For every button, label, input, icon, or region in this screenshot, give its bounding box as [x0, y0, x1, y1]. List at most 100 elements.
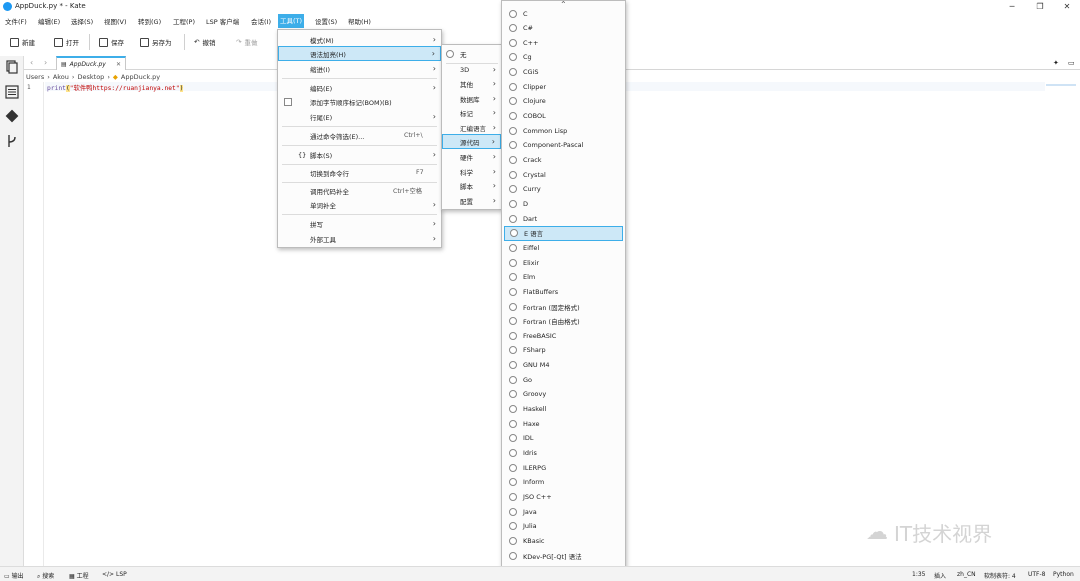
language-item[interactable]: D [504, 196, 625, 211]
menu-item-indentation[interactable]: 缩进(I) › [278, 61, 441, 76]
split-view-icon[interactable]: ▭ [1068, 59, 1075, 67]
language-item[interactable]: KDev-PG[-Qt] 语法 [504, 548, 625, 563]
language-item[interactable]: ILERPG [504, 460, 625, 475]
highlight-sources[interactable]: 源代码 › [442, 134, 501, 149]
branch-icon[interactable] [5, 134, 19, 148]
indent-setting[interactable]: 软制表符: 4 [984, 571, 1016, 580]
save-button[interactable]: 保存 [99, 36, 124, 48]
language-item[interactable]: C [504, 6, 625, 21]
highlight-other[interactable]: 其他 › [442, 76, 501, 91]
highlight-config[interactable]: 配置 › [442, 193, 501, 208]
language-item[interactable]: Clojure [504, 94, 625, 109]
encoding[interactable]: UTF-8 [1028, 571, 1046, 578]
language-item[interactable]: Groovy [504, 387, 625, 402]
menu-item-script[interactable]: {} 脚本(S) › [278, 147, 441, 162]
language-item[interactable]: Clipper [504, 79, 625, 94]
language-item[interactable]: Elixir [504, 255, 625, 270]
code-line[interactable]: print("软件鸭https://ruanjianya.net") [47, 83, 184, 92]
menu-edit[interactable]: 编辑(E) [38, 16, 60, 26]
menu-help[interactable]: 帮助(H) [348, 16, 371, 26]
close-icon[interactable]: ✕ [1061, 1, 1073, 12]
undo-button[interactable]: ↶ 撤销 [194, 36, 215, 48]
language-item[interactable]: Julia [504, 519, 625, 534]
menu-item-spelling[interactable]: 拼写 › [278, 216, 441, 231]
breadcrumb-file[interactable]: AppDuck.py [121, 73, 160, 81]
bom-checkbox[interactable] [284, 97, 292, 106]
new-button[interactable]: 新建 [10, 36, 35, 48]
menu-item-word-completion[interactable]: 单词补全 › [278, 197, 441, 212]
language-item[interactable]: Fortran (固定格式) [504, 299, 625, 314]
breadcrumb-users[interactable]: Users [26, 73, 44, 81]
menu-item-add-bom[interactable]: 添加字节顺序标记(BOM)(B) [278, 94, 441, 109]
breadcrumb-desktop[interactable]: Desktop [78, 73, 105, 81]
menu-select[interactable]: 选择(S) [71, 16, 93, 26]
language-item[interactable]: IDL [504, 431, 625, 446]
language-item[interactable]: Eiffel [504, 240, 625, 255]
language-item[interactable]: C++ [504, 35, 625, 50]
menu-item-eol[interactable]: 行尾(E) › [278, 109, 441, 124]
language-item[interactable]: FreeBASIC [504, 328, 625, 343]
highlight-science[interactable]: 科学 › [442, 164, 501, 179]
language-item[interactable]: Haxe [504, 416, 625, 431]
menu-item-encoding[interactable]: 编码(E) › [278, 80, 441, 95]
menu-lsp-client[interactable]: LSP 客户端 [206, 16, 239, 26]
highlight-3d[interactable]: 3D › [442, 62, 501, 77]
output-button[interactable]: ▭ 输出 [4, 571, 24, 580]
breadcrumb-akou[interactable]: Akou [53, 73, 69, 81]
redo-button[interactable]: ↷ 重做 [236, 36, 257, 48]
menu-view[interactable]: 视图(V) [104, 16, 127, 26]
highlight-markup[interactable]: 标记 › [442, 105, 501, 120]
lsp-button[interactable]: </> LSP [102, 571, 127, 578]
language-item[interactable]: Inform [504, 475, 625, 490]
language-item[interactable]: KBasic [504, 533, 625, 548]
language-item[interactable]: C# [504, 21, 625, 36]
language-item[interactable]: Component-Pascal [504, 138, 625, 153]
symbols-icon[interactable] [5, 85, 19, 99]
language-item[interactable]: FlatBuffers [504, 284, 625, 299]
menu-settings[interactable]: 设置(S) [315, 16, 337, 26]
highlight-none[interactable]: 无 [442, 46, 501, 61]
language-item[interactable]: GNU M4 [504, 358, 625, 373]
highlight-scripts[interactable]: 脚本 › [442, 178, 501, 193]
language-item[interactable]: E 语言 [504, 225, 623, 241]
menu-file[interactable]: 文件(F) [5, 16, 27, 26]
open-button[interactable]: 打开 [54, 36, 79, 48]
language-item[interactable]: Crack [504, 153, 625, 168]
highlight-hardware[interactable]: 硬件 › [442, 149, 501, 164]
maximize-icon[interactable]: ❐ [1034, 1, 1046, 12]
language-item[interactable]: Go [504, 372, 625, 387]
highlight-database[interactable]: 数据库 › [442, 91, 501, 106]
language-item[interactable]: Curry [504, 182, 625, 197]
minimize-icon[interactable]: ─ [1006, 1, 1018, 12]
locale[interactable]: zh_CN [957, 571, 976, 578]
language-item[interactable]: Fortran (自由格式) [504, 314, 625, 329]
tab-scroll-left-icon[interactable]: ‹ [30, 58, 33, 67]
language-item[interactable]: Crystal [504, 167, 625, 182]
tab-scroll-right-icon[interactable]: › [44, 58, 47, 67]
save-as-button[interactable]: 另存为 [140, 36, 172, 48]
language-item[interactable]: COBOL [504, 109, 625, 124]
documents-icon[interactable] [5, 60, 19, 74]
menu-item-completion[interactable]: 调用代码补全 Ctrl+空格 [278, 183, 441, 198]
git-icon[interactable] [5, 109, 19, 123]
minimap[interactable] [1046, 84, 1076, 86]
language-item[interactable]: Cg [504, 50, 625, 65]
search-button[interactable]: ⌕ 搜索 [37, 571, 54, 581]
language-item[interactable]: Dart [504, 211, 625, 226]
language-item[interactable]: FSharp [504, 343, 625, 358]
menu-item-cmdline[interactable]: 切换到命令行 F7 [278, 165, 441, 180]
language-item[interactable]: Haskell [504, 402, 625, 417]
language-item[interactable]: Elm [504, 270, 625, 285]
input-mode[interactable]: 插入 [934, 571, 946, 580]
language-item[interactable]: Common Lisp [504, 123, 625, 138]
menu-item-external-tools[interactable]: 外部工具 › [278, 231, 441, 246]
menu-item-filter[interactable]: 通过命令筛选(E)... Ctrl+\ [278, 128, 441, 143]
menu-goto[interactable]: 转到(G) [138, 16, 161, 26]
menu-item-mode[interactable]: 模式(M) › [278, 32, 441, 47]
language-item[interactable]: Java [504, 504, 625, 519]
language-item[interactable]: JSO C++ [504, 489, 625, 504]
cursor-position[interactable]: 1:35 [912, 571, 925, 578]
syntax-mode[interactable]: Python [1053, 571, 1074, 578]
tab-appduck[interactable]: ▤ AppDuck.py ✕ [56, 56, 126, 70]
language-item[interactable]: CGiS [504, 65, 625, 80]
